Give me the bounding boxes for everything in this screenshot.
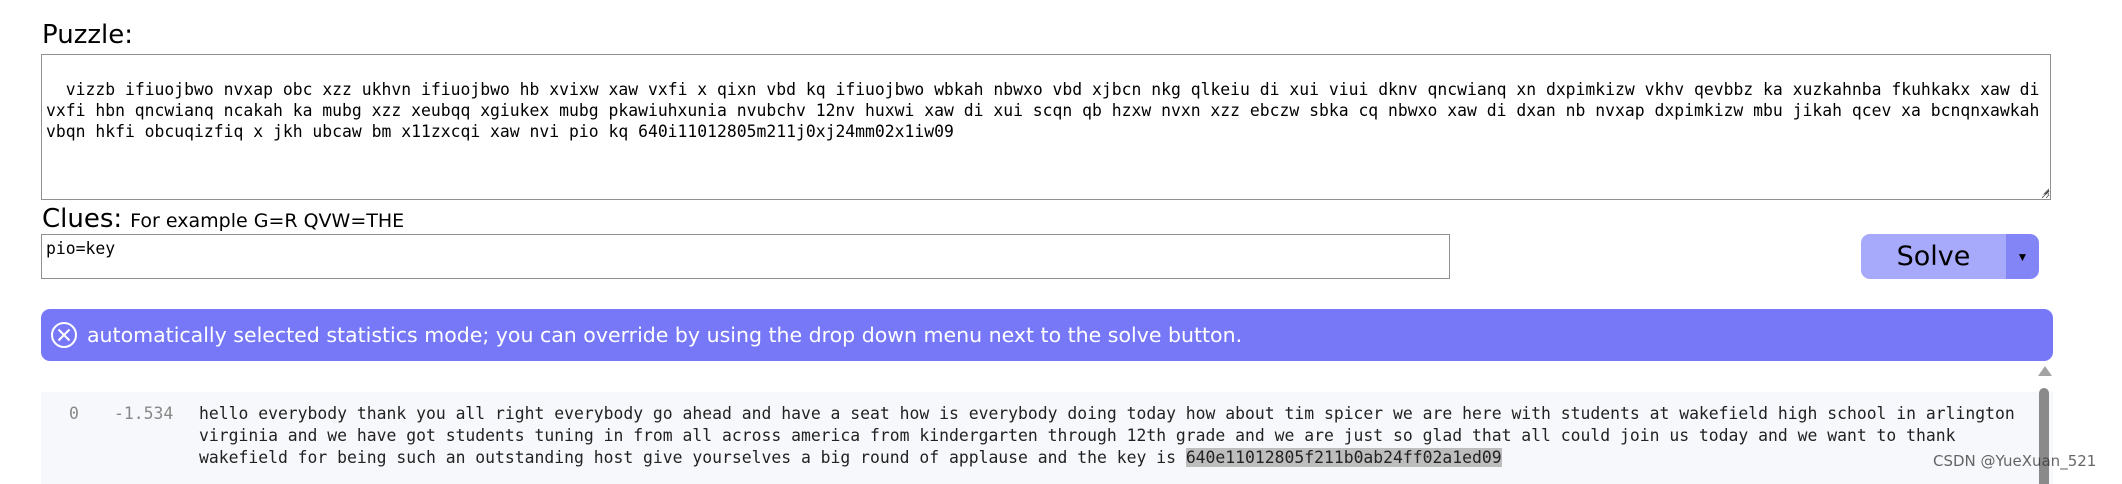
resize-grip-icon[interactable]: ◢	[2037, 186, 2049, 198]
result-score: -1.534	[114, 404, 174, 423]
solve-mode-dropdown[interactable]: ▼	[2006, 234, 2039, 279]
result-key-highlight: 640e11012805f211b0ab24ff02a1ed09	[1185, 448, 1502, 467]
clues-input[interactable]: pio=key	[41, 234, 1450, 279]
results-list: 0 -1.534 hello everybody thank you all r…	[41, 392, 2053, 484]
chevron-down-icon: ▼	[2016, 249, 2029, 264]
result-text: hello everybody thank you all right ever…	[199, 403, 2029, 469]
clues-header: Clues: For example G=R QVW=THE	[42, 204, 404, 234]
solve-button-group: Solve ▼	[1861, 234, 2039, 279]
clues-label: Clues:	[42, 204, 123, 234]
result-plaintext: hello everybody thank you all right ever…	[199, 404, 2025, 467]
close-circle-icon[interactable]	[49, 320, 79, 350]
puzzle-text: vizzb ifiuojbwo nvxap obc xzz ukhvn ifiu…	[46, 80, 2050, 141]
mode-alert: automatically selected statistics mode; …	[41, 309, 2053, 361]
alert-message: automatically selected statistics mode; …	[87, 323, 1243, 347]
puzzle-label: Puzzle:	[42, 20, 133, 50]
scroll-up-arrow-icon[interactable]	[2038, 366, 2052, 376]
clues-hint: For example G=R QVW=THE	[130, 210, 405, 232]
solve-button[interactable]: Solve	[1861, 234, 2006, 279]
result-index: 0	[69, 404, 79, 423]
watermark: CSDN @YueXuan_521	[1933, 452, 2097, 470]
result-row[interactable]: 0 -1.534 hello everybody thank you all r…	[41, 392, 2035, 484]
puzzle-textarea[interactable]: vizzb ifiuojbwo nvxap obc xzz ukhvn ifiu…	[41, 54, 2051, 200]
